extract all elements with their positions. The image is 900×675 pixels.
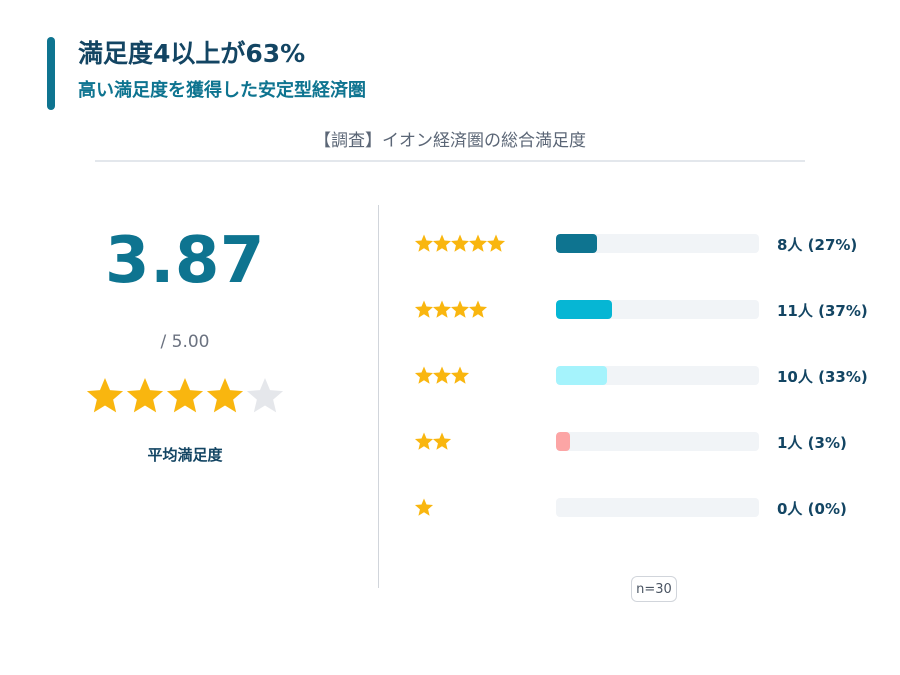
bar (556, 432, 570, 451)
row-star-rating (414, 300, 488, 318)
survey-label: 【調査】イオン経済圏の総合満足度 (314, 131, 586, 151)
average-score: 3.87 (105, 224, 265, 298)
page-subtitle: 高い満足度を獲得した安定型経済圏 (78, 80, 366, 101)
bar-value-label: 1人 (3%) (777, 434, 847, 452)
panel-divider (378, 205, 379, 588)
star-filled-icon (486, 234, 506, 252)
star-filled-icon (450, 366, 470, 384)
star-filled-icon (432, 366, 452, 384)
star-filled-icon (432, 234, 452, 252)
bar (556, 366, 607, 385)
header-divider (95, 160, 805, 162)
rating-row: 8人 (27%) (414, 232, 884, 256)
bar-track (556, 432, 759, 451)
star-filled-icon (432, 300, 452, 318)
bar-track (556, 498, 759, 517)
star-filled-icon (414, 498, 434, 516)
bar-track (556, 366, 759, 385)
average-label: 平均満足度 (147, 446, 223, 464)
bar-value-label: 11人 (37%) (777, 302, 868, 320)
accent-bar (47, 37, 55, 110)
star-filled-icon (414, 366, 434, 384)
bar-value-label: 0人 (0%) (777, 500, 847, 518)
star-filled-icon (86, 378, 124, 413)
rating-row: 10人 (33%) (414, 364, 884, 388)
row-star-rating (414, 498, 434, 516)
average-star-rating (86, 378, 284, 413)
rating-row: 0人 (0%) (414, 496, 884, 520)
sample-size-badge: n=30 (631, 576, 677, 602)
bar (556, 300, 612, 319)
bar-track (556, 234, 759, 253)
star-filled-icon (450, 234, 470, 252)
star-filled-icon (414, 234, 434, 252)
star-filled-icon (450, 300, 470, 318)
bar-track (556, 300, 759, 319)
survey-card: 満足度4以上が63% 高い満足度を獲得した安定型経済圏 【調査】イオン経済圏の総… (0, 0, 900, 675)
star-empty-icon (246, 378, 284, 413)
row-star-rating (414, 432, 452, 450)
star-filled-icon (206, 378, 244, 413)
star-filled-icon (166, 378, 204, 413)
star-filled-icon (468, 300, 488, 318)
star-filled-icon (414, 432, 434, 450)
star-filled-icon (126, 378, 164, 413)
rating-row: 11人 (37%) (414, 298, 884, 322)
star-filled-icon (432, 432, 452, 450)
rating-row: 1人 (3%) (414, 430, 884, 454)
page-title: 満足度4以上が63% (78, 39, 306, 68)
row-star-rating (414, 234, 506, 252)
bar (556, 234, 597, 253)
star-filled-icon (468, 234, 488, 252)
bar-value-label: 10人 (33%) (777, 368, 868, 386)
row-star-rating (414, 366, 470, 384)
star-filled-icon (414, 300, 434, 318)
bar-value-label: 8人 (27%) (777, 236, 858, 254)
max-score: / 5.00 (160, 332, 210, 352)
